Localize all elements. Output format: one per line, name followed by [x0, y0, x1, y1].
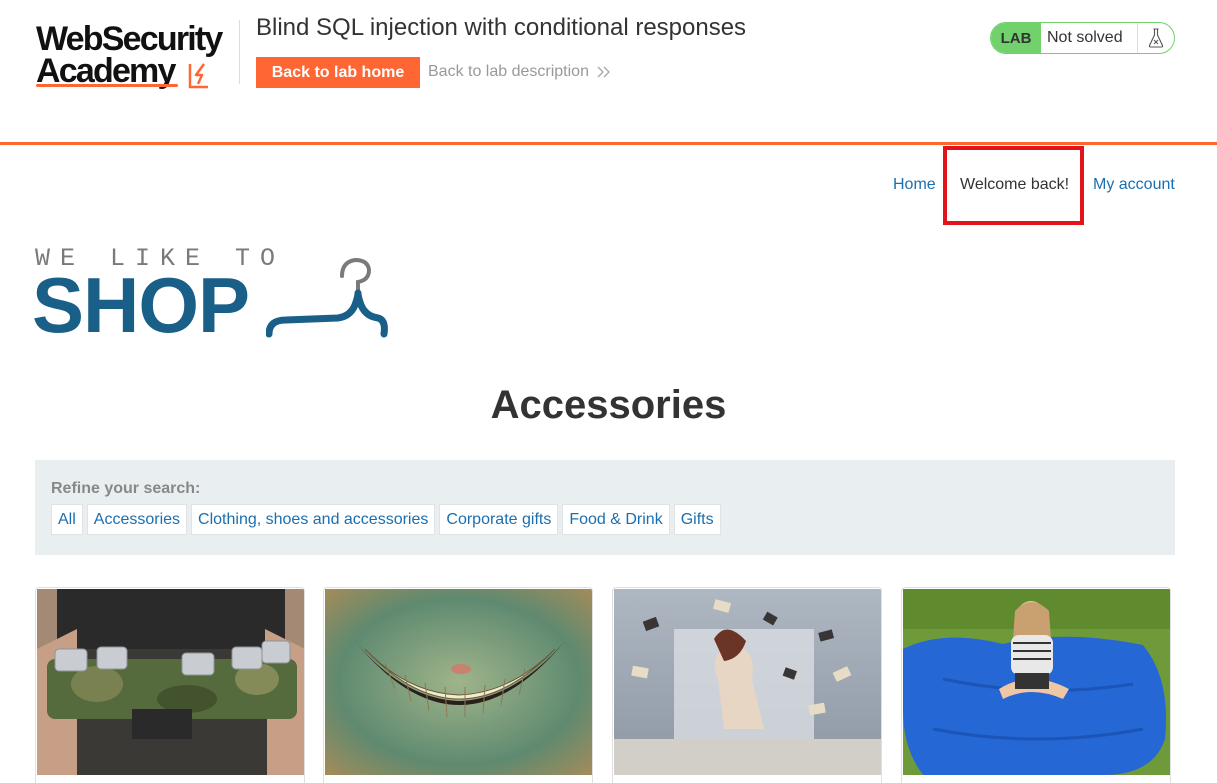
lab-badge: LAB — [991, 23, 1041, 53]
product-image-giant-bean-bag[interactable] — [903, 589, 1170, 775]
shop-logo[interactable]: WE LIKE TO SHOP — [32, 240, 394, 344]
back-to-lab-description-label: Back to lab description — [428, 63, 589, 80]
category-filter-list: All Accessories Clothing, shoes and acce… — [51, 504, 721, 535]
logo-underline — [36, 84, 178, 87]
header-rule — [0, 142, 1217, 145]
flask-icon — [1137, 23, 1174, 53]
product-card[interactable] — [323, 587, 593, 783]
product-grid — [35, 587, 1175, 783]
shop-logo-name: SHOP — [32, 261, 250, 349]
filter-corporate-gifts[interactable]: Corporate gifts — [439, 504, 559, 535]
academy-header: WebSecurity Academy Blind SQL injection … — [0, 0, 1217, 142]
filter-accessories[interactable]: Accessories — [86, 504, 188, 535]
double-chevron-right-icon — [597, 66, 610, 78]
back-to-lab-description-link[interactable]: Back to lab description — [428, 63, 611, 81]
refine-search-label: Refine your search: — [51, 480, 201, 497]
web-security-academy-logo[interactable]: WebSecurity Academy — [36, 20, 236, 92]
product-card[interactable] — [612, 587, 882, 783]
lab-status-text: Not solved — [1047, 29, 1123, 46]
welcome-highlight-box — [943, 146, 1084, 225]
product-card[interactable] — [901, 587, 1171, 783]
back-to-lab-home-button[interactable]: Back to lab home — [256, 57, 420, 88]
header-divider — [239, 20, 240, 84]
logo-line-2: Academy — [36, 52, 176, 90]
filter-panel: Refine your search: All Accessories Clot… — [35, 460, 1175, 555]
product-card[interactable] — [35, 587, 305, 783]
lab-title: Blind SQL injection with conditional res… — [256, 14, 747, 41]
filter-clothing-shoes-accessories[interactable]: Clothing, shoes and accessories — [191, 504, 436, 535]
nav-home-link[interactable]: Home — [893, 176, 936, 194]
filter-food-drink[interactable]: Food & Drink — [562, 504, 670, 535]
page-title: Accessories — [490, 383, 727, 427]
filter-gifts[interactable]: Gifts — [673, 504, 721, 535]
logo-line-1: WebSecurity — [36, 20, 223, 58]
hanger-icon — [266, 257, 388, 338]
nav-my-account-link[interactable]: My account — [1093, 176, 1175, 194]
product-image-floating-books[interactable] — [614, 589, 881, 775]
product-image-beer-belt[interactable] — [37, 589, 304, 775]
product-image-cheshire-grin[interactable] — [325, 589, 592, 775]
lightning-bolt-icon — [188, 63, 208, 89]
lab-status-widget: LAB Not solved — [990, 22, 1175, 54]
filter-all[interactable]: All — [51, 504, 83, 535]
